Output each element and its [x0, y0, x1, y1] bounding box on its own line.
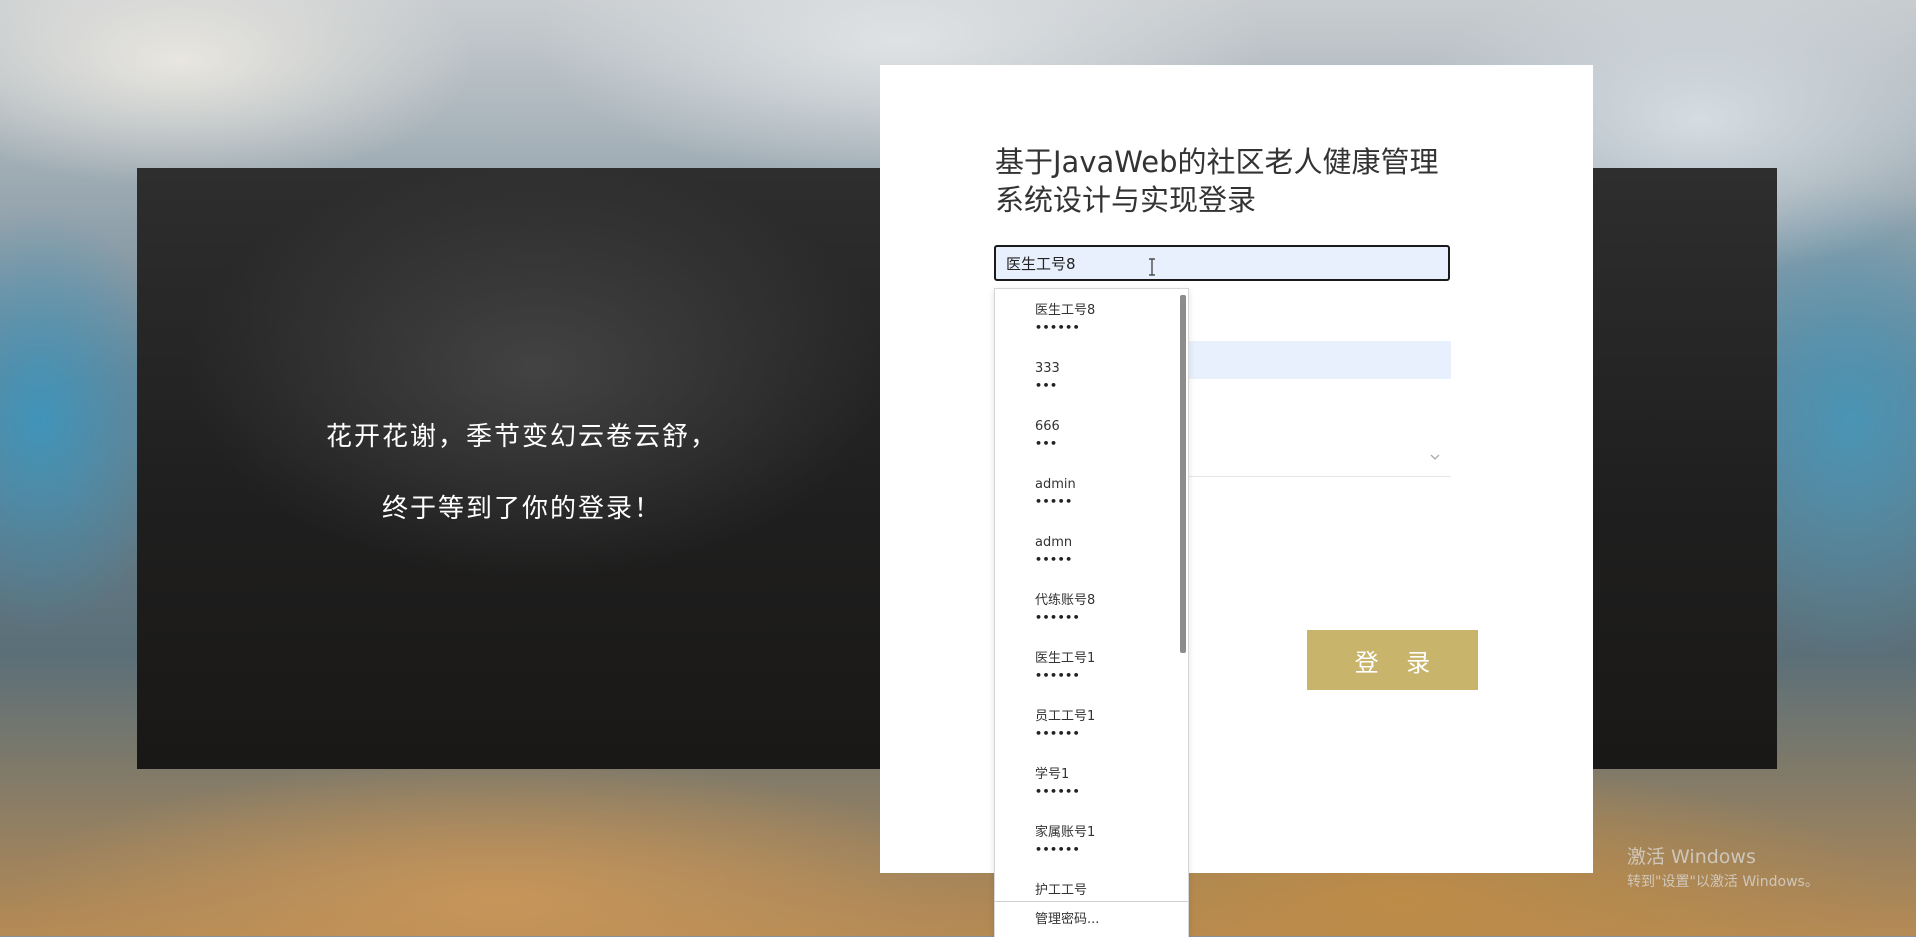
autocomplete-password-mask: ••••••: [1035, 727, 1081, 740]
username-input[interactable]: [994, 245, 1450, 281]
autocomplete-password-mask: •••••: [1035, 553, 1073, 566]
autocomplete-username: 家属账号1: [1035, 825, 1096, 840]
autocomplete-item[interactable]: 家属账号1 ••••••: [995, 811, 1177, 869]
autocomplete-username: admn: [1035, 535, 1073, 550]
autocomplete-password-mask: ••••••: [1035, 669, 1081, 682]
watermark-title: 激活 Windows: [1627, 846, 1756, 868]
autocomplete-list: 医生工号8 •••••• 333 ••• 666 ••• admin •••••…: [995, 289, 1177, 899]
slogan-line-1: 花开花谢，季节变幻云卷云舒，: [325, 422, 718, 452]
autocomplete-password-mask: ••••••: [1035, 843, 1081, 856]
autocomplete-username: admin: [1035, 477, 1076, 492]
autocomplete-password-mask: •••••: [1035, 495, 1073, 508]
autocomplete-item[interactable]: 护工工号 ••••••: [995, 869, 1177, 899]
autocomplete-item[interactable]: 学号1 ••••••: [995, 753, 1177, 811]
autocomplete-item[interactable]: admn •••••: [995, 521, 1177, 579]
autocomplete-item[interactable]: 666 •••: [995, 405, 1177, 463]
autocomplete-username: 医生工号8: [1035, 303, 1096, 318]
autocomplete-password-mask: ••••••: [1035, 611, 1081, 624]
autocomplete-item[interactable]: 333 •••: [995, 347, 1177, 405]
role-select[interactable]: [1180, 476, 1451, 477]
autocomplete-item[interactable]: 员工工号1 ••••••: [995, 695, 1177, 753]
autocomplete-username: 代练账号8: [1035, 593, 1096, 608]
autocomplete-username: 员工工号1: [1035, 709, 1096, 724]
autocomplete-password-mask: •••: [1035, 437, 1058, 450]
autocomplete-password-mask: ••••••: [1035, 785, 1081, 798]
autocomplete-password-mask: •••: [1035, 379, 1058, 392]
autocomplete-dropdown[interactable]: 医生工号8 •••••• 333 ••• 666 ••• admin •••••…: [994, 288, 1189, 937]
manage-passwords-item[interactable]: 管理密码...: [995, 901, 1188, 937]
watermark-subtitle: 转到"设置"以激活 Windows。: [1627, 874, 1819, 890]
dropdown-scrollbar[interactable]: [1180, 295, 1186, 653]
autocomplete-username: 333: [1035, 361, 1060, 376]
autocomplete-username: 医生工号1: [1035, 651, 1096, 666]
slogan-line-2: 终于等到了你的登录！: [381, 494, 662, 524]
autocomplete-item[interactable]: 医生工号1 ••••••: [995, 637, 1177, 695]
autocomplete-item[interactable]: 代练账号8 ••••••: [995, 579, 1177, 637]
chevron-down-icon[interactable]: [1428, 450, 1442, 464]
password-input[interactable]: [1180, 341, 1451, 379]
autocomplete-item[interactable]: 医生工号8 ••••••: [995, 289, 1177, 347]
login-button[interactable]: 登 录: [1307, 630, 1478, 690]
autocomplete-username: 学号1: [1035, 767, 1070, 782]
autocomplete-password-mask: ••••••: [1035, 321, 1081, 334]
autocomplete-item[interactable]: admin •••••: [995, 463, 1177, 521]
autocomplete-username: 护工工号: [1035, 883, 1088, 898]
text-cursor-icon: [1149, 258, 1155, 276]
page-title: 基于JavaWeb的社区老人健康管理系统设计与实现登录: [995, 145, 1439, 217]
windows-activation-watermark: 激活 Windows 转到"设置"以激活 Windows。: [1627, 842, 1819, 891]
autocomplete-username: 666: [1035, 419, 1060, 434]
